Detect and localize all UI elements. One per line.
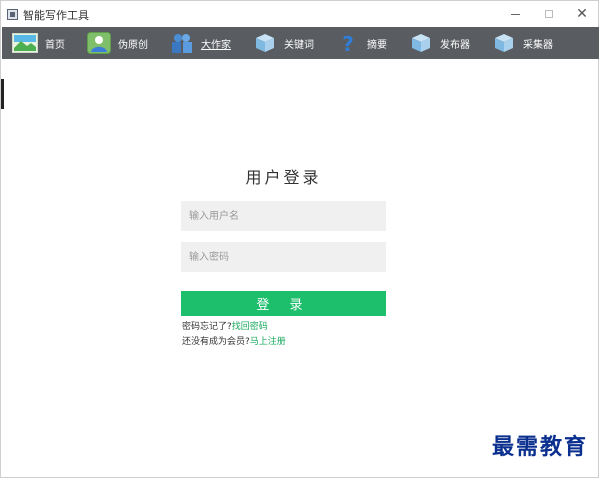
- register-text: 还没有成为会员?: [182, 337, 250, 347]
- toolbar-label-rewrite: 伪原创: [118, 39, 148, 51]
- toolbar-label-publisher: 发布器: [440, 39, 470, 51]
- password-input[interactable]: [181, 242, 386, 272]
- person-icon: [87, 32, 111, 54]
- window-title: 智能写作工具: [23, 9, 89, 22]
- question-icon: ?: [336, 32, 360, 54]
- forgot-password-text: 密码忘记了?: [182, 322, 232, 332]
- app-icon: [7, 9, 18, 20]
- box-icon: [492, 32, 516, 54]
- register-link[interactable]: 马上注册: [250, 337, 286, 347]
- main-toolbar: 首页 伪原创 大作家 关键词 ? 摘要 发布器 采集器: [2, 27, 599, 59]
- toolbar-item-rewrite[interactable]: 伪原创: [77, 27, 160, 59]
- box-icon: [409, 32, 433, 54]
- title-bar: 智能写作工具 ✕: [1, 1, 598, 27]
- login-title: 用户登录: [245, 168, 322, 187]
- close-icon: ✕: [576, 6, 588, 22]
- toolbar-label-keywords: 关键词: [284, 39, 314, 51]
- recover-password-link[interactable]: 找回密码: [232, 322, 268, 332]
- register-line: 还没有成为会员?马上注册: [182, 334, 286, 347]
- toolbar-label-writer: 大作家: [201, 39, 231, 51]
- toolbar-item-collector[interactable]: 采集器: [482, 27, 565, 59]
- maximize-button[interactable]: [532, 1, 566, 27]
- toolbar-item-writer[interactable]: 大作家: [160, 27, 243, 59]
- toolbar-label-summary: 摘要: [367, 39, 387, 51]
- toolbar-item-summary[interactable]: ? 摘要: [326, 27, 399, 59]
- box-icon: [253, 32, 277, 54]
- login-button[interactable]: 登 录: [181, 291, 386, 316]
- toolbar-item-keywords[interactable]: 关键词: [243, 27, 326, 59]
- edge-artifact: [1, 79, 4, 109]
- toolbar-item-home[interactable]: 首页: [2, 27, 77, 59]
- app-window: 智能写作工具 ✕ 首页 伪原创 大作家 关键词 ? 摘要 发布器 采集器 用户登…: [0, 0, 599, 478]
- minimize-button[interactable]: [498, 1, 532, 27]
- forgot-password-line: 密码忘记了?找回密码: [182, 319, 268, 332]
- close-button[interactable]: ✕: [565, 1, 599, 27]
- people-icon: [170, 32, 194, 54]
- toolbar-item-publisher[interactable]: 发布器: [399, 27, 482, 59]
- minimize-icon: [510, 13, 520, 15]
- toolbar-label-home: 首页: [45, 39, 65, 51]
- maximize-icon: [545, 10, 553, 18]
- watermark-logo: 最需教育: [491, 434, 588, 460]
- username-input[interactable]: [181, 201, 386, 231]
- toolbar-label-collector: 采集器: [523, 39, 553, 51]
- home-icon: [12, 32, 38, 54]
- svg-text:?: ?: [342, 32, 354, 54]
